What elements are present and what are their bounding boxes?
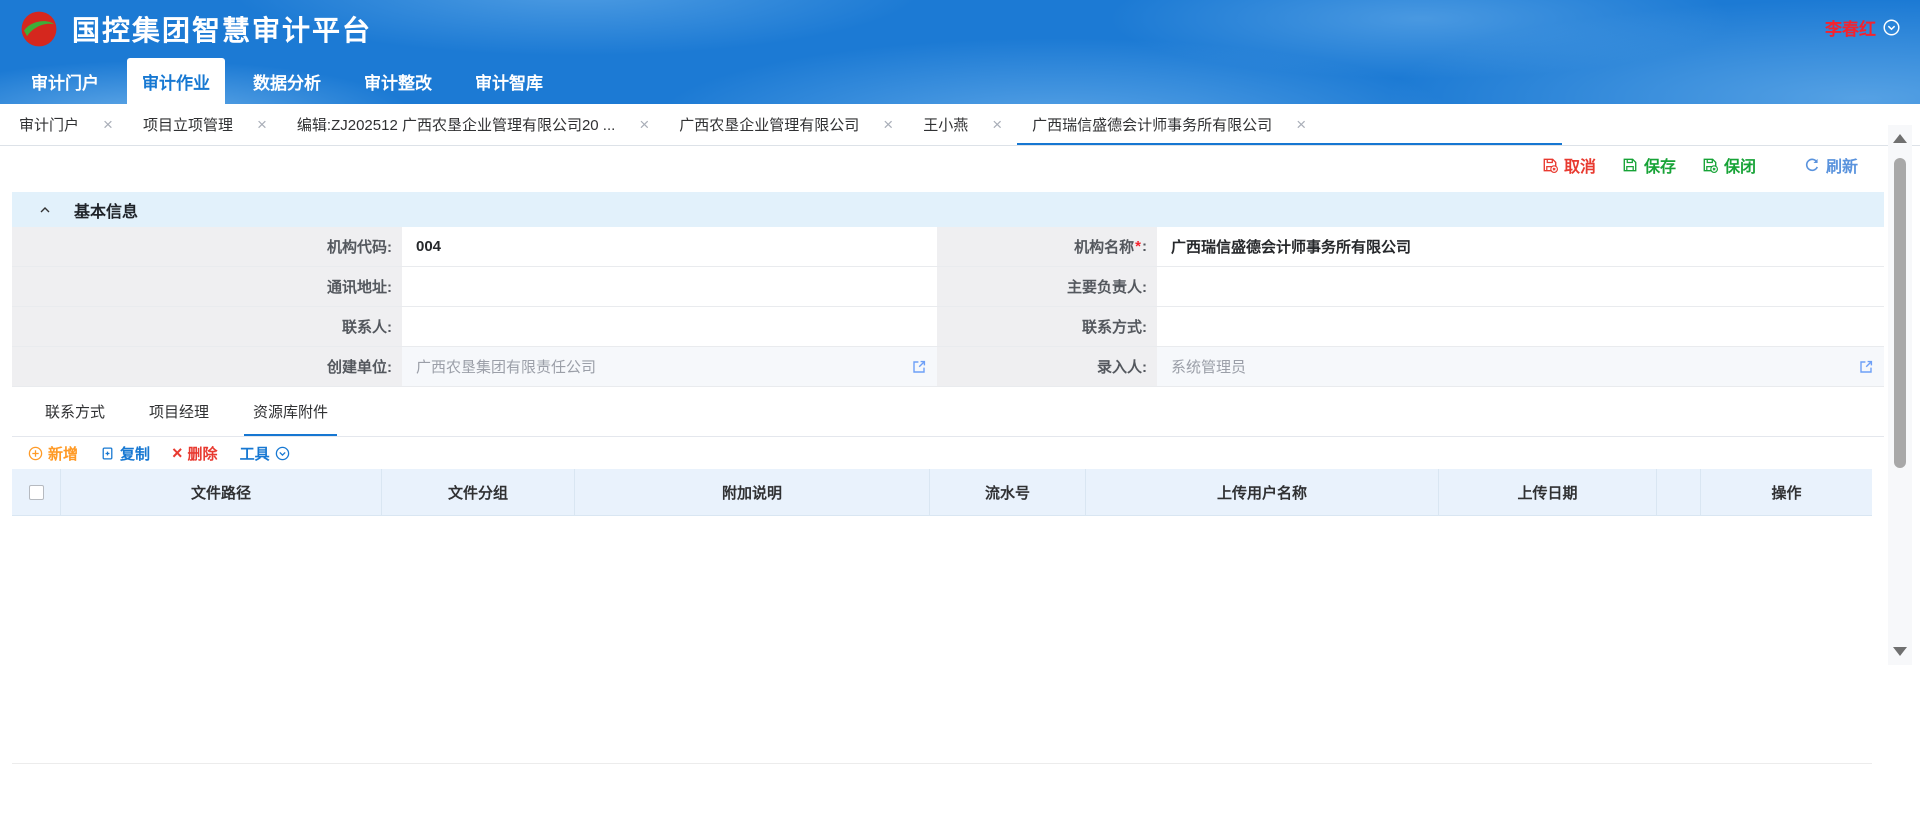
x-icon: × [172,444,183,462]
scrollbar-thumb[interactable] [1894,158,1906,468]
detail-tab-bar: 联系方式 项目经理 资源库附件 [12,387,1884,437]
attachment-table-body [12,516,1872,764]
contact-label: 联系人: [12,307,402,347]
refresh-icon [1804,157,1820,173]
recorder-field: 系统管理员 [1157,347,1884,387]
app-banner: 国控集团智慧审计平台 李春红 审计门户 审计作业 数据分析 审计整改 审计智库 [0,0,1920,104]
org-name-label: 机构名称*: [937,227,1157,267]
org-code-label: 机构代码: [12,227,402,267]
doc-tab-gx-ruixin-active[interactable]: 广西瑞信盛德会计师事务所有限公司 × [1017,104,1562,145]
scroll-up-arrow-icon[interactable] [1893,134,1907,143]
close-icon[interactable]: × [639,116,649,133]
doc-tab-audit-portal[interactable]: 审计门户 × [4,104,128,145]
close-icon[interactable]: × [103,116,113,133]
contact-field[interactable] [402,307,937,347]
basic-info-form: 机构代码: 004 机构名称*: 广西瑞信盛德会计师事务所有限公司 通讯地址: … [12,227,1884,387]
copy-icon [100,446,115,461]
save-button[interactable]: 保存 [1622,153,1676,177]
close-icon[interactable]: × [1296,116,1306,133]
delete-button[interactable]: × 删除 [172,443,218,464]
add-button[interactable]: 新增 [28,443,78,464]
doc-tab-project-approval[interactable]: 项目立项管理 × [128,104,282,145]
section-title: 基本信息 [74,198,138,222]
select-all-checkbox[interactable] [29,485,44,500]
close-icon[interactable]: × [257,116,267,133]
nav-item-data-analysis[interactable]: 数据分析 [238,58,336,104]
close-icon[interactable]: × [883,116,893,133]
org-name-field[interactable]: 广西瑞信盛德会计师事务所有限公司 [1157,227,1884,267]
col-upload-user: 上传用户名称 [1086,469,1439,515]
required-asterisk: * [1135,238,1141,255]
page-title: 国控集团智慧审计平台 [72,9,372,49]
section-basic-info[interactable]: 基本信息 [12,192,1884,227]
select-all-cell [12,469,61,515]
col-actions: 操作 [1701,469,1872,515]
create-org-field: 广西农垦集团有限责任公司 [402,347,937,387]
external-link-icon[interactable] [1858,359,1874,375]
col-file-path: 文件路径 [61,469,382,515]
user-menu[interactable]: 李春红 [1825,15,1900,40]
nav-item-audit-work[interactable]: 审计作业 [127,58,225,104]
document-tab-bar: 审计门户 × 项目立项管理 × 编辑:ZJ202512 广西农垦企业管理有限公司… [0,104,1920,146]
tab-contact-info[interactable]: 联系方式 [36,387,114,436]
nav-item-audit-knowledge[interactable]: 审计智库 [460,58,558,104]
doc-tab-edit-zj202512[interactable]: 编辑:ZJ202512 广西农垦企业管理有限公司20 ... × [282,104,664,145]
cancel-button[interactable]: 取消 [1542,153,1596,177]
create-org-label: 创建单位: [12,347,402,387]
col-file-group: 文件分组 [382,469,575,515]
principal-label: 主要负责人: [937,267,1157,307]
nav-item-audit-rectify[interactable]: 审计整改 [349,58,447,104]
page-action-toolbar: 取消 保存 保闭 刷新 [0,146,1920,184]
address-label: 通讯地址: [12,267,402,307]
save-close-button[interactable]: 保闭 [1702,153,1756,177]
nav-item-audit-portal[interactable]: 审计门户 [16,58,114,104]
app-logo-icon [20,10,58,48]
col-spacer [1657,469,1701,515]
principal-field[interactable] [1157,267,1884,307]
save-cancel-icon [1542,157,1558,173]
external-link-icon[interactable] [911,359,927,375]
col-upload-date: 上传日期 [1439,469,1657,515]
scroll-down-arrow-icon[interactable] [1893,647,1907,656]
tab-resource-attachments[interactable]: 资源库附件 [244,387,337,436]
user-name: 李春红 [1825,15,1876,40]
main-nav: 审计门户 审计作业 数据分析 审计整改 审计智库 [0,58,1920,104]
refresh-button[interactable]: 刷新 [1804,153,1858,177]
copy-button[interactable]: 复制 [100,443,150,464]
vertical-scrollbar[interactable] [1888,125,1912,665]
doc-tab-wangxiaoyan[interactable]: 王小燕 × [908,104,1017,145]
save-close-icon [1702,157,1718,173]
collapse-caret-icon [38,203,52,217]
col-extra-note: 附加说明 [575,469,930,515]
chevron-down-circle-icon [1883,19,1900,36]
tools-dropdown[interactable]: 工具 [240,443,290,464]
tab-project-manager[interactable]: 项目经理 [140,387,218,436]
doc-tab-gx-nongken[interactable]: 广西农垦企业管理有限公司 × [664,104,908,145]
contact-way-field[interactable] [1157,307,1884,347]
form-panel: 基本信息 机构代码: 004 机构名称*: 广西瑞信盛德会计师事务所有限公司 通… [12,192,1884,764]
address-field[interactable] [402,267,937,307]
plus-circle-icon [28,446,43,461]
attachment-table-header: 文件路径 文件分组 附加说明 流水号 上传用户名称 上传日期 操作 [12,469,1872,516]
recorder-label: 录入人: [937,347,1157,387]
save-icon [1622,157,1638,173]
chevron-down-circle-icon [275,446,290,461]
attachment-toolbar: 新增 复制 × 删除 工具 [12,437,1884,469]
contact-way-label: 联系方式: [937,307,1157,347]
org-code-field[interactable]: 004 [402,227,937,267]
col-serial-no: 流水号 [930,469,1086,515]
close-icon[interactable]: × [992,116,1002,133]
